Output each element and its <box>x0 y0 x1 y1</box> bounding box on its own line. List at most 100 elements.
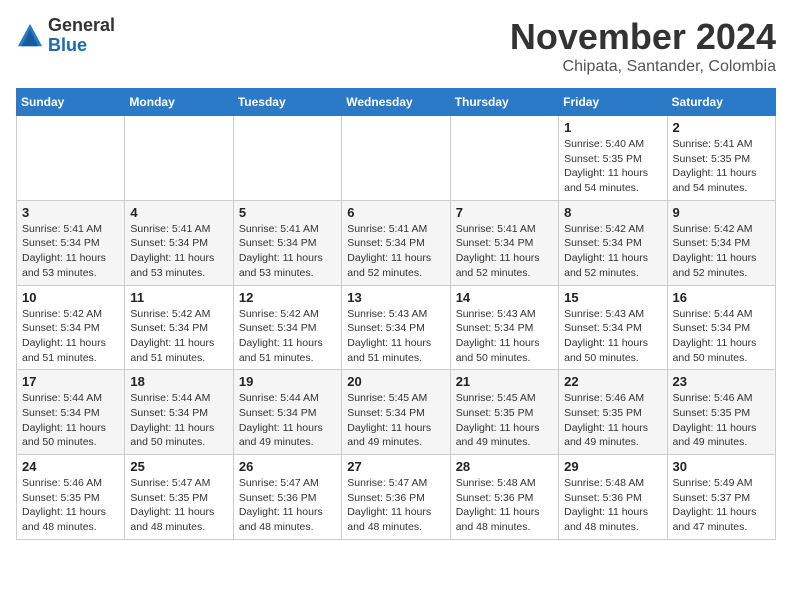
day-info: Sunrise: 5:48 AM Sunset: 5:36 PM Dayligh… <box>456 476 553 535</box>
calendar-cell: 9 Sunrise: 5:42 AM Sunset: 5:34 PM Daylig… <box>667 200 775 285</box>
day-info: Sunrise: 5:41 AM Sunset: 5:35 PM Dayligh… <box>673 137 770 196</box>
calendar-cell: 10 Sunrise: 5:42 AM Sunset: 5:34 PM Dayli… <box>17 285 125 370</box>
day-info: Sunrise: 5:46 AM Sunset: 5:35 PM Dayligh… <box>673 391 770 450</box>
day-number: 16 <box>673 290 770 305</box>
calendar-cell: 25 Sunrise: 5:47 AM Sunset: 5:35 PM Dayli… <box>125 455 233 540</box>
day-info: Sunrise: 5:41 AM Sunset: 5:34 PM Dayligh… <box>22 222 119 281</box>
day-info: Sunrise: 5:48 AM Sunset: 5:36 PM Dayligh… <box>564 476 661 535</box>
day-info: Sunrise: 5:41 AM Sunset: 5:34 PM Dayligh… <box>239 222 336 281</box>
calendar-cell <box>17 116 125 201</box>
day-number: 25 <box>130 459 227 474</box>
day-number: 20 <box>347 374 444 389</box>
day-number: 5 <box>239 205 336 220</box>
calendar-week-row: 24Sunrise: 5:46 AM Sunset: 5:35 PM Dayli… <box>17 455 776 540</box>
day-number: 17 <box>22 374 119 389</box>
calendar-cell: 19 Sunrise: 5:44 AM Sunset: 5:34 PM Dayli… <box>233 370 341 455</box>
day-info: Sunrise: 5:47 AM Sunset: 5:36 PM Dayligh… <box>347 476 444 535</box>
day-info: Sunrise: 5:42 AM Sunset: 5:34 PM Dayligh… <box>673 222 770 281</box>
calendar-cell: 1Sunrise: 5:40 AM Sunset: 5:35 PM Daylig… <box>559 116 667 201</box>
day-info: Sunrise: 5:45 AM Sunset: 5:35 PM Dayligh… <box>456 391 553 450</box>
month-title: November 2024 <box>510 16 776 58</box>
calendar-cell: 27 Sunrise: 5:47 AM Sunset: 5:36 PM Dayli… <box>342 455 450 540</box>
day-info: Sunrise: 5:44 AM Sunset: 5:34 PM Dayligh… <box>130 391 227 450</box>
calendar-week-row: 10 Sunrise: 5:42 AM Sunset: 5:34 PM Dayli… <box>17 285 776 370</box>
calendar-week-row: 17 Sunrise: 5:44 AM Sunset: 5:34 PM Dayli… <box>17 370 776 455</box>
calendar-cell: 8 Sunrise: 5:42 AM Sunset: 5:34 PM Daylig… <box>559 200 667 285</box>
calendar-cell: 18 Sunrise: 5:44 AM Sunset: 5:34 PM Dayli… <box>125 370 233 455</box>
day-number: 10 <box>22 290 119 305</box>
day-number: 23 <box>673 374 770 389</box>
day-number: 21 <box>456 374 553 389</box>
day-info: Sunrise: 5:44 AM Sunset: 5:34 PM Dayligh… <box>22 391 119 450</box>
logo-blue: Blue <box>48 35 87 55</box>
calendar-cell: 15 Sunrise: 5:43 AM Sunset: 5:34 PM Dayli… <box>559 285 667 370</box>
calendar-cell: 30 Sunrise: 5:49 AM Sunset: 5:37 PM Dayli… <box>667 455 775 540</box>
calendar-day-header: Wednesday <box>342 89 450 116</box>
calendar-week-row: 3 Sunrise: 5:41 AM Sunset: 5:34 PM Daylig… <box>17 200 776 285</box>
calendar-cell: 5 Sunrise: 5:41 AM Sunset: 5:34 PM Daylig… <box>233 200 341 285</box>
title-block: November 2024 Chipata, Santander, Colomb… <box>510 16 776 76</box>
day-number: 15 <box>564 290 661 305</box>
day-number: 12 <box>239 290 336 305</box>
day-number: 2 <box>673 120 770 135</box>
calendar-cell: 21 Sunrise: 5:45 AM Sunset: 5:35 PM Dayli… <box>450 370 558 455</box>
day-number: 19 <box>239 374 336 389</box>
calendar-day-header: Sunday <box>17 89 125 116</box>
day-info: Sunrise: 5:41 AM Sunset: 5:34 PM Dayligh… <box>456 222 553 281</box>
day-info: Sunrise: 5:47 AM Sunset: 5:35 PM Dayligh… <box>130 476 227 535</box>
calendar-cell: 17 Sunrise: 5:44 AM Sunset: 5:34 PM Dayli… <box>17 370 125 455</box>
calendar-cell: 23 Sunrise: 5:46 AM Sunset: 5:35 PM Dayli… <box>667 370 775 455</box>
day-info: Sunrise: 5:42 AM Sunset: 5:34 PM Dayligh… <box>239 307 336 366</box>
day-info: Sunrise: 5:42 AM Sunset: 5:34 PM Dayligh… <box>130 307 227 366</box>
day-info: Sunrise: 5:43 AM Sunset: 5:34 PM Dayligh… <box>456 307 553 366</box>
calendar-day-header: Monday <box>125 89 233 116</box>
calendar-cell: 3 Sunrise: 5:41 AM Sunset: 5:34 PM Daylig… <box>17 200 125 285</box>
day-number: 9 <box>673 205 770 220</box>
calendar-cell <box>450 116 558 201</box>
calendar-cell <box>342 116 450 201</box>
day-number: 30 <box>673 459 770 474</box>
logo-general: General <box>48 15 115 35</box>
calendar-cell: 13Sunrise: 5:43 AM Sunset: 5:34 PM Dayli… <box>342 285 450 370</box>
calendar-day-header: Tuesday <box>233 89 341 116</box>
calendar-header-row: SundayMondayTuesdayWednesdayThursdayFrid… <box>17 89 776 116</box>
day-info: Sunrise: 5:43 AM Sunset: 5:34 PM Dayligh… <box>564 307 661 366</box>
day-number: 7 <box>456 205 553 220</box>
location: Chipata, Santander, Colombia <box>510 58 776 76</box>
day-number: 1 <box>564 120 661 135</box>
day-info: Sunrise: 5:44 AM Sunset: 5:34 PM Dayligh… <box>673 307 770 366</box>
calendar-cell: 4 Sunrise: 5:41 AM Sunset: 5:34 PM Daylig… <box>125 200 233 285</box>
day-number: 18 <box>130 374 227 389</box>
day-number: 27 <box>347 459 444 474</box>
day-number: 14 <box>456 290 553 305</box>
logo: General Blue <box>16 16 115 56</box>
day-info: Sunrise: 5:41 AM Sunset: 5:34 PM Dayligh… <box>130 222 227 281</box>
calendar-cell: 22Sunrise: 5:46 AM Sunset: 5:35 PM Dayli… <box>559 370 667 455</box>
calendar-table: SundayMondayTuesdayWednesdayThursdayFrid… <box>16 88 776 540</box>
logo-text: General Blue <box>48 16 115 56</box>
calendar-week-row: 1Sunrise: 5:40 AM Sunset: 5:35 PM Daylig… <box>17 116 776 201</box>
day-info: Sunrise: 5:49 AM Sunset: 5:37 PM Dayligh… <box>673 476 770 535</box>
calendar-cell: 28 Sunrise: 5:48 AM Sunset: 5:36 PM Dayli… <box>450 455 558 540</box>
day-number: 3 <box>22 205 119 220</box>
calendar-cell: 16 Sunrise: 5:44 AM Sunset: 5:34 PM Dayli… <box>667 285 775 370</box>
day-number: 28 <box>456 459 553 474</box>
day-number: 4 <box>130 205 227 220</box>
calendar-day-header: Friday <box>559 89 667 116</box>
day-info: Sunrise: 5:42 AM Sunset: 5:34 PM Dayligh… <box>22 307 119 366</box>
day-number: 8 <box>564 205 661 220</box>
calendar-cell: 12 Sunrise: 5:42 AM Sunset: 5:34 PM Dayli… <box>233 285 341 370</box>
day-number: 26 <box>239 459 336 474</box>
calendar-cell: 7 Sunrise: 5:41 AM Sunset: 5:34 PM Daylig… <box>450 200 558 285</box>
day-info: Sunrise: 5:46 AM Sunset: 5:35 PM Dayligh… <box>22 476 119 535</box>
day-info: Sunrise: 5:43 AM Sunset: 5:34 PM Dayligh… <box>347 307 444 366</box>
calendar-day-header: Thursday <box>450 89 558 116</box>
calendar-cell <box>233 116 341 201</box>
calendar-day-header: Saturday <box>667 89 775 116</box>
day-info: Sunrise: 5:42 AM Sunset: 5:34 PM Dayligh… <box>564 222 661 281</box>
calendar-cell: 11Sunrise: 5:42 AM Sunset: 5:34 PM Dayli… <box>125 285 233 370</box>
calendar-cell: 24Sunrise: 5:46 AM Sunset: 5:35 PM Dayli… <box>17 455 125 540</box>
day-info: Sunrise: 5:44 AM Sunset: 5:34 PM Dayligh… <box>239 391 336 450</box>
day-number: 6 <box>347 205 444 220</box>
logo-icon <box>16 22 44 50</box>
